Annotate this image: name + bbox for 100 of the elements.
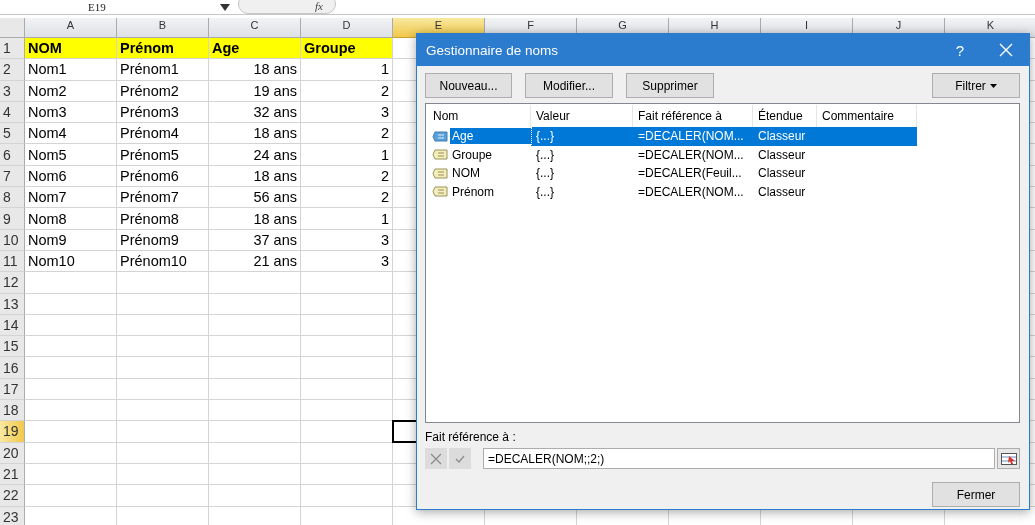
row-header[interactable]: 2	[0, 59, 25, 81]
table-cell: 2	[380, 125, 389, 142]
table-cell: 2	[380, 82, 389, 99]
row-header[interactable]: 15	[0, 336, 25, 358]
table-cell: Prénom4	[120, 125, 179, 142]
table-cell: Prénom1	[120, 61, 179, 78]
table-cell: 32 ans	[253, 104, 297, 121]
list-cell: =DECALER(NOM...	[638, 147, 744, 162]
row-header[interactable]: 3	[0, 80, 25, 102]
row-header[interactable]: 14	[0, 314, 25, 337]
list-cell: {...}	[536, 147, 555, 162]
name-box[interactable]: E19	[0, 0, 220, 14]
table-cell: Prénom7	[120, 189, 179, 206]
caret-icon[interactable]	[220, 4, 230, 12]
table-cell: Prénom5	[120, 146, 179, 163]
confirm-button[interactable]	[449, 448, 471, 469]
table-cell: 21 ans	[253, 253, 297, 270]
selected-row[interactable]: Age {...} =DECALER(NOM... Classeur	[428, 127, 917, 146]
row-header[interactable]: 19	[0, 421, 25, 443]
table-cell: 18 ans	[253, 167, 297, 184]
refers-to-field[interactable]: =DECALER(NOM;;2;)	[483, 448, 995, 469]
row-header[interactable]: 10	[0, 229, 25, 251]
table-cell: 1	[380, 210, 389, 227]
table-cell: Nom5	[28, 146, 67, 163]
list-cell: Classeur	[758, 166, 806, 181]
range-picker-button[interactable]	[997, 448, 1020, 469]
close-dialog-button[interactable]: Fermer	[932, 482, 1020, 507]
dialog-title: Gestionnaire de noms	[426, 42, 560, 58]
table-cell: 2	[380, 167, 389, 184]
column-header[interactable]: A	[25, 18, 117, 38]
row-header[interactable]: 4	[0, 101, 25, 124]
list-cell: =DECALER(Feuil...	[638, 166, 742, 181]
caret-icon	[989, 83, 997, 88]
formula-field[interactable]: fx	[238, 0, 336, 14]
row-header[interactable]: 11	[0, 250, 25, 273]
table-cell: 18 ans	[253, 125, 297, 142]
row-header[interactable]: 6	[0, 144, 25, 166]
table-cell: Prénom10	[120, 253, 187, 270]
row-header[interactable]: 8	[0, 187, 25, 209]
column-header[interactable]: B	[117, 18, 209, 38]
header-cell: Groupe	[301, 38, 393, 60]
table-cell: Nom9	[28, 231, 67, 248]
row-header[interactable]: 22	[0, 485, 25, 507]
table-cell: 18 ans	[253, 210, 297, 227]
filter-button[interactable]: Filtrer	[932, 73, 1020, 98]
row-header[interactable]: 18	[0, 400, 25, 422]
column-header[interactable]: D	[301, 18, 393, 38]
table-cell: Prénom6	[120, 167, 179, 184]
list-cell: {...}	[536, 166, 555, 181]
table-cell: 1	[380, 61, 389, 78]
dialog-button[interactable]: Modifier...	[525, 73, 613, 98]
list-cell: =DECALER(NOM...	[638, 184, 744, 199]
table-cell: Prénom3	[120, 104, 179, 121]
row-header[interactable]: 16	[0, 357, 25, 379]
cancel-icon	[430, 452, 442, 465]
table-cell: 18 ans	[253, 61, 297, 78]
table-cell: Prénom9	[120, 231, 179, 248]
table-cell: 56 ans	[253, 189, 297, 206]
table-cell: 3	[380, 231, 389, 248]
name-item[interactable]: Groupe	[450, 146, 531, 163]
row-header[interactable]: 1	[0, 38, 25, 60]
column-header[interactable]: C	[209, 18, 301, 38]
row-header[interactable]: 21	[0, 463, 25, 486]
list-cell: =DECALER(NOM...	[638, 129, 744, 144]
row-header[interactable]: 9	[0, 208, 25, 230]
table-cell: 3	[380, 104, 389, 121]
cancel-button[interactable]	[425, 448, 447, 469]
dialog-button[interactable]: Nouveau...	[425, 73, 512, 98]
name-tag-icon	[432, 186, 448, 198]
row-header[interactable]: 12	[0, 272, 25, 294]
name-item[interactable]: NOM	[450, 165, 531, 182]
row-header[interactable]: 7	[0, 165, 25, 188]
table-cell: 2	[380, 189, 389, 206]
name-tag-icon	[432, 167, 448, 179]
close-icon	[999, 43, 1013, 57]
table-cell: Nom2	[28, 82, 67, 99]
range-picker-icon	[1000, 452, 1017, 465]
name-item[interactable]: Age	[450, 128, 531, 145]
table-cell: 24 ans	[253, 146, 297, 163]
row-header[interactable]: 13	[0, 293, 25, 315]
row-header[interactable]: 17	[0, 378, 25, 401]
header-cell: Prénom	[117, 38, 209, 60]
list-cell: Classeur	[758, 147, 806, 162]
table-cell: 37 ans	[253, 231, 297, 248]
list-cell: Classeur	[758, 129, 806, 144]
name-item[interactable]: Prénom	[450, 183, 531, 200]
table-cell: 19 ans	[253, 82, 297, 99]
table-cell: 3	[380, 253, 389, 270]
table-cell: Nom4	[28, 125, 67, 142]
refers-to-label: Fait référence à :	[425, 430, 517, 444]
table-cell: Nom6	[28, 167, 67, 184]
table-cell: Nom8	[28, 210, 67, 227]
name-tag-icon	[432, 149, 448, 161]
table-cell: Nom1	[28, 61, 67, 78]
select-all-corner[interactable]	[0, 18, 25, 38]
row-header[interactable]: 20	[0, 442, 25, 464]
row-header[interactable]: 5	[0, 123, 25, 145]
check-icon	[455, 454, 465, 463]
dialog-button[interactable]: Supprimer	[626, 73, 714, 98]
table-cell: 1	[380, 146, 389, 163]
